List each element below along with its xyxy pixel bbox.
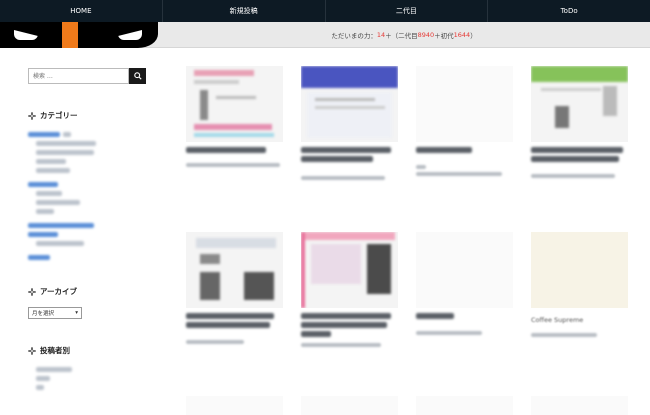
post-title[interactable] <box>531 147 623 153</box>
post-title[interactable] <box>301 147 391 153</box>
categories-title: カテゴリー <box>28 110 146 121</box>
post-thumbnail[interactable] <box>531 396 628 415</box>
search-button[interactable] <box>129 68 146 84</box>
status-mid: ＋（二代目 <box>385 32 418 40</box>
status-mid2: ＋初代 <box>434 32 454 40</box>
post-meta <box>301 176 385 180</box>
archive-title-text: アーカイブ <box>40 287 78 296</box>
post-title[interactable] <box>186 147 266 153</box>
category-item[interactable] <box>28 254 146 260</box>
post-card[interactable] <box>531 396 628 415</box>
post-title[interactable] <box>186 313 274 319</box>
post-card[interactable] <box>186 396 283 415</box>
category-item[interactable] <box>28 181 146 187</box>
sparkle-icon <box>28 287 36 296</box>
post-title-line2 <box>301 322 387 328</box>
category-item[interactable] <box>36 208 146 214</box>
top-navigation: HOME 新規投稿 二代目 ToDo <box>0 0 650 22</box>
category-item[interactable] <box>36 167 146 173</box>
header-banner: ただいまの力： 14 ＋（二代目 8940 ＋初代 1644 ） <box>0 22 650 48</box>
post-thumbnail[interactable] <box>416 66 513 142</box>
search-icon <box>133 72 142 80</box>
post-title[interactable] <box>301 313 391 319</box>
category-item[interactable] <box>36 199 146 205</box>
search-form <box>28 68 146 84</box>
author-list <box>28 366 146 390</box>
nav-item-new-post[interactable]: 新規投稿 <box>163 0 326 22</box>
category-item[interactable] <box>36 240 146 246</box>
post-thumbnail[interactable] <box>186 232 283 308</box>
post-thumbnail[interactable] <box>301 66 398 142</box>
post-card[interactable] <box>186 66 283 167</box>
post-thumbnail[interactable] <box>186 66 283 142</box>
category-list <box>28 131 146 260</box>
post-thumbnail[interactable] <box>301 232 398 308</box>
post-title[interactable]: Coffee Supreme <box>531 316 628 324</box>
post-meta <box>301 343 381 347</box>
category-item[interactable] <box>36 140 146 146</box>
mascot-orange-stripe <box>62 22 78 48</box>
mascot-left-eye <box>14 30 38 40</box>
archive-month-select[interactable]: 月を選択 ▾ <box>28 307 82 319</box>
category-item[interactable] <box>36 149 146 155</box>
nav-item-todo[interactable]: ToDo <box>488 0 650 22</box>
post-card[interactable] <box>301 396 398 415</box>
nav-item-home[interactable]: HOME <box>0 0 163 22</box>
post-meta <box>416 331 482 335</box>
sidebar: カテゴリー アーカイブ 月を選択 ▾ 投稿者別 <box>28 68 146 393</box>
post-card[interactable] <box>416 232 513 335</box>
power-status: ただいまの力： 14 ＋（二代目 8940 ＋初代 1644 ） <box>158 22 650 48</box>
post-card[interactable] <box>301 66 398 180</box>
post-title-line2 <box>186 322 270 328</box>
post-title[interactable] <box>416 313 454 319</box>
post-thumbnail[interactable] <box>186 396 283 415</box>
status-value-second: 8940 <box>417 31 435 39</box>
authors-title-text: 投稿者別 <box>40 346 70 355</box>
post-card[interactable] <box>416 66 513 176</box>
sparkle-icon <box>28 111 36 120</box>
authors-title: 投稿者別 <box>28 345 146 356</box>
category-item[interactable] <box>28 231 146 237</box>
category-item[interactable] <box>36 190 146 196</box>
status-prefix: ただいまの力： <box>331 32 377 40</box>
nav-item-second-gen[interactable]: 二代目 <box>326 0 489 22</box>
post-title-line2 <box>301 156 373 162</box>
mascot-logo[interactable] <box>0 22 158 48</box>
mascot-right-eye <box>118 30 142 40</box>
post-meta <box>186 163 280 167</box>
category-item[interactable] <box>28 131 146 137</box>
author-item[interactable] <box>36 366 146 372</box>
post-card[interactable] <box>416 396 513 415</box>
post-title-line2 <box>531 156 619 162</box>
status-value-current: 14 <box>376 31 386 39</box>
category-item[interactable] <box>28 222 146 228</box>
post-card[interactable] <box>301 232 398 347</box>
categories-title-text: カテゴリー <box>40 111 78 120</box>
post-meta <box>186 340 244 344</box>
post-title-line3 <box>301 331 331 337</box>
post-title[interactable] <box>416 147 472 153</box>
sparkle-icon <box>28 346 36 355</box>
author-item[interactable] <box>36 375 146 381</box>
post-thumbnail[interactable] <box>531 66 628 142</box>
post-card[interactable] <box>186 232 283 344</box>
post-card[interactable] <box>531 66 628 178</box>
post-thumbnail[interactable] <box>301 396 398 415</box>
archive-title: アーカイブ <box>28 286 146 297</box>
post-card[interactable]: Coffee Supreme <box>531 232 628 337</box>
post-meta <box>531 333 597 337</box>
category-item[interactable] <box>36 158 146 164</box>
archive-select-value: 月を選択 <box>32 311 55 317</box>
post-meta <box>531 174 615 178</box>
post-meta-line2 <box>416 172 502 176</box>
status-suffix: ） <box>470 32 477 40</box>
dropdown-arrow-icon: ▾ <box>75 310 78 316</box>
status-value-first: 1644 <box>453 31 471 39</box>
post-meta <box>416 165 426 169</box>
post-thumbnail[interactable] <box>416 232 513 308</box>
post-thumbnail[interactable] <box>531 232 628 308</box>
author-item[interactable] <box>36 384 146 390</box>
search-input[interactable] <box>28 68 129 84</box>
post-thumbnail[interactable] <box>416 396 513 415</box>
